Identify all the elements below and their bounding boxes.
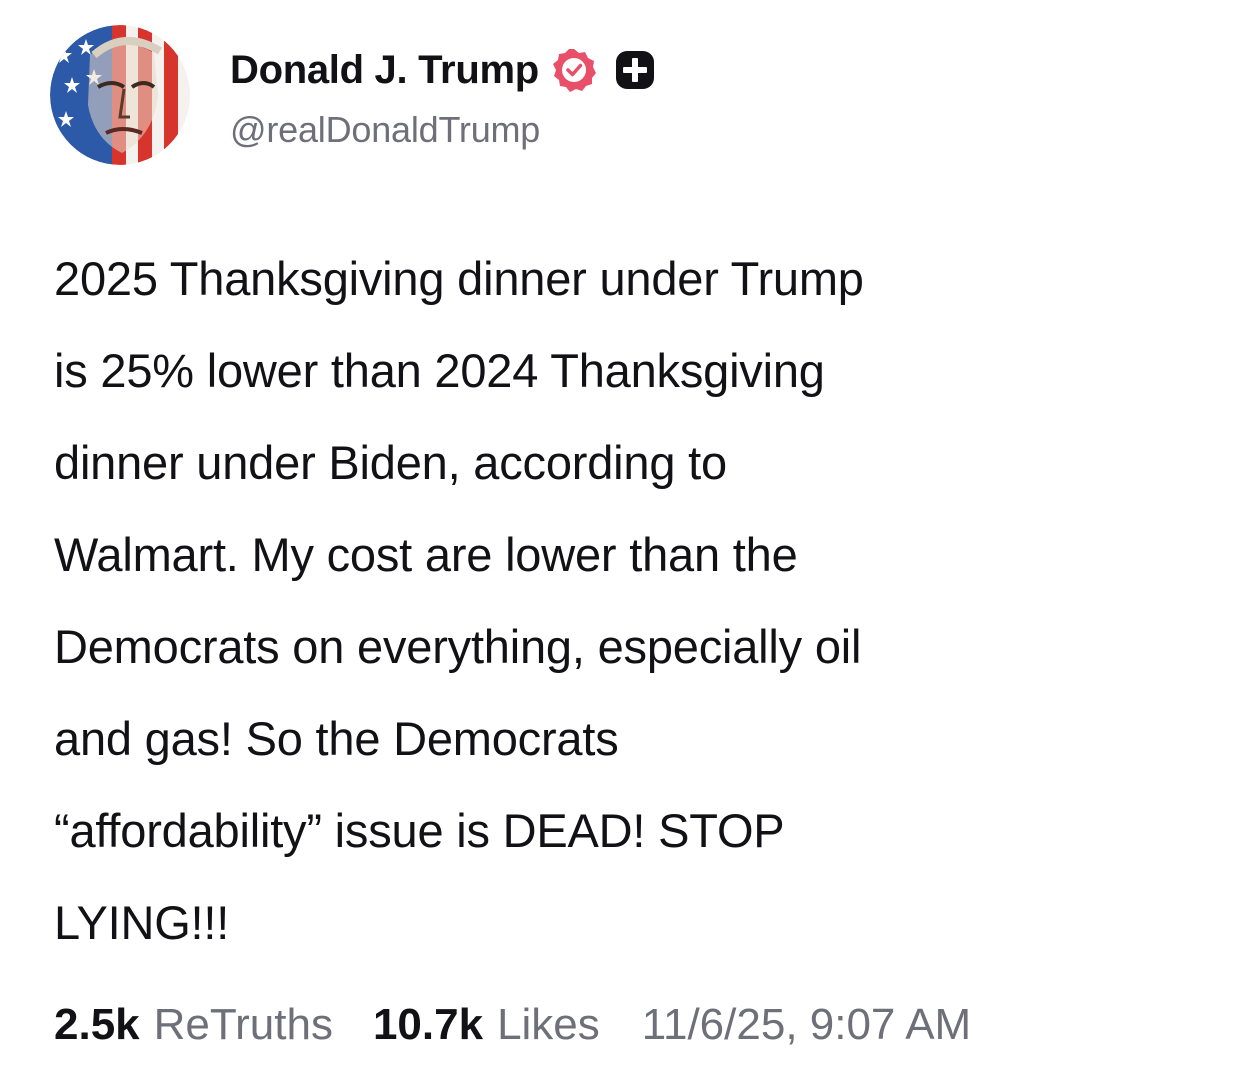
post-text-line: 2025 Thanksgiving dinner under Trump — [54, 252, 864, 305]
post-text-line: dinner under Biden, according to — [54, 436, 727, 489]
name-row: Donald J. Trump — [230, 39, 657, 101]
post-text-line: and gas! So the Democrats — [54, 712, 619, 765]
post-text-line: Walmart. My cost are lower than the — [54, 528, 798, 581]
account-identity: Donald J. Trump @realDonaldTrump — [230, 39, 657, 151]
post-stats: 2.5k ReTruths 10.7k Likes 11/6/25, 9:07 … — [54, 1000, 971, 1050]
plus-badge-icon — [613, 48, 657, 92]
verified-badge-icon — [551, 47, 597, 93]
retruths-label[interactable]: ReTruths — [154, 1000, 333, 1050]
account-handle[interactable]: @realDonaldTrump — [230, 109, 657, 151]
post-text-line: Democrats on everything, especially oil — [54, 620, 862, 673]
retruths-count[interactable]: 2.5k — [54, 1000, 140, 1050]
post-text: 2025 Thanksgiving dinner under Trump is … — [54, 233, 1194, 969]
likes-count[interactable]: 10.7k — [373, 1000, 483, 1050]
display-name[interactable]: Donald J. Trump — [230, 48, 539, 93]
post-text-line: LYING!!! — [54, 896, 230, 949]
avatar[interactable] — [50, 25, 190, 165]
post-header: Donald J. Trump @realDonaldTrump — [50, 25, 657, 165]
post-text-line: “affordability” issue is DEAD! STOP — [54, 804, 785, 857]
avatar-image — [50, 25, 190, 165]
post-timestamp: 11/6/25, 9:07 AM — [641, 1000, 972, 1049]
likes-label[interactable]: Likes — [497, 1000, 600, 1050]
post-text-line: is 25% lower than 2024 Thanksgiving — [54, 344, 825, 397]
